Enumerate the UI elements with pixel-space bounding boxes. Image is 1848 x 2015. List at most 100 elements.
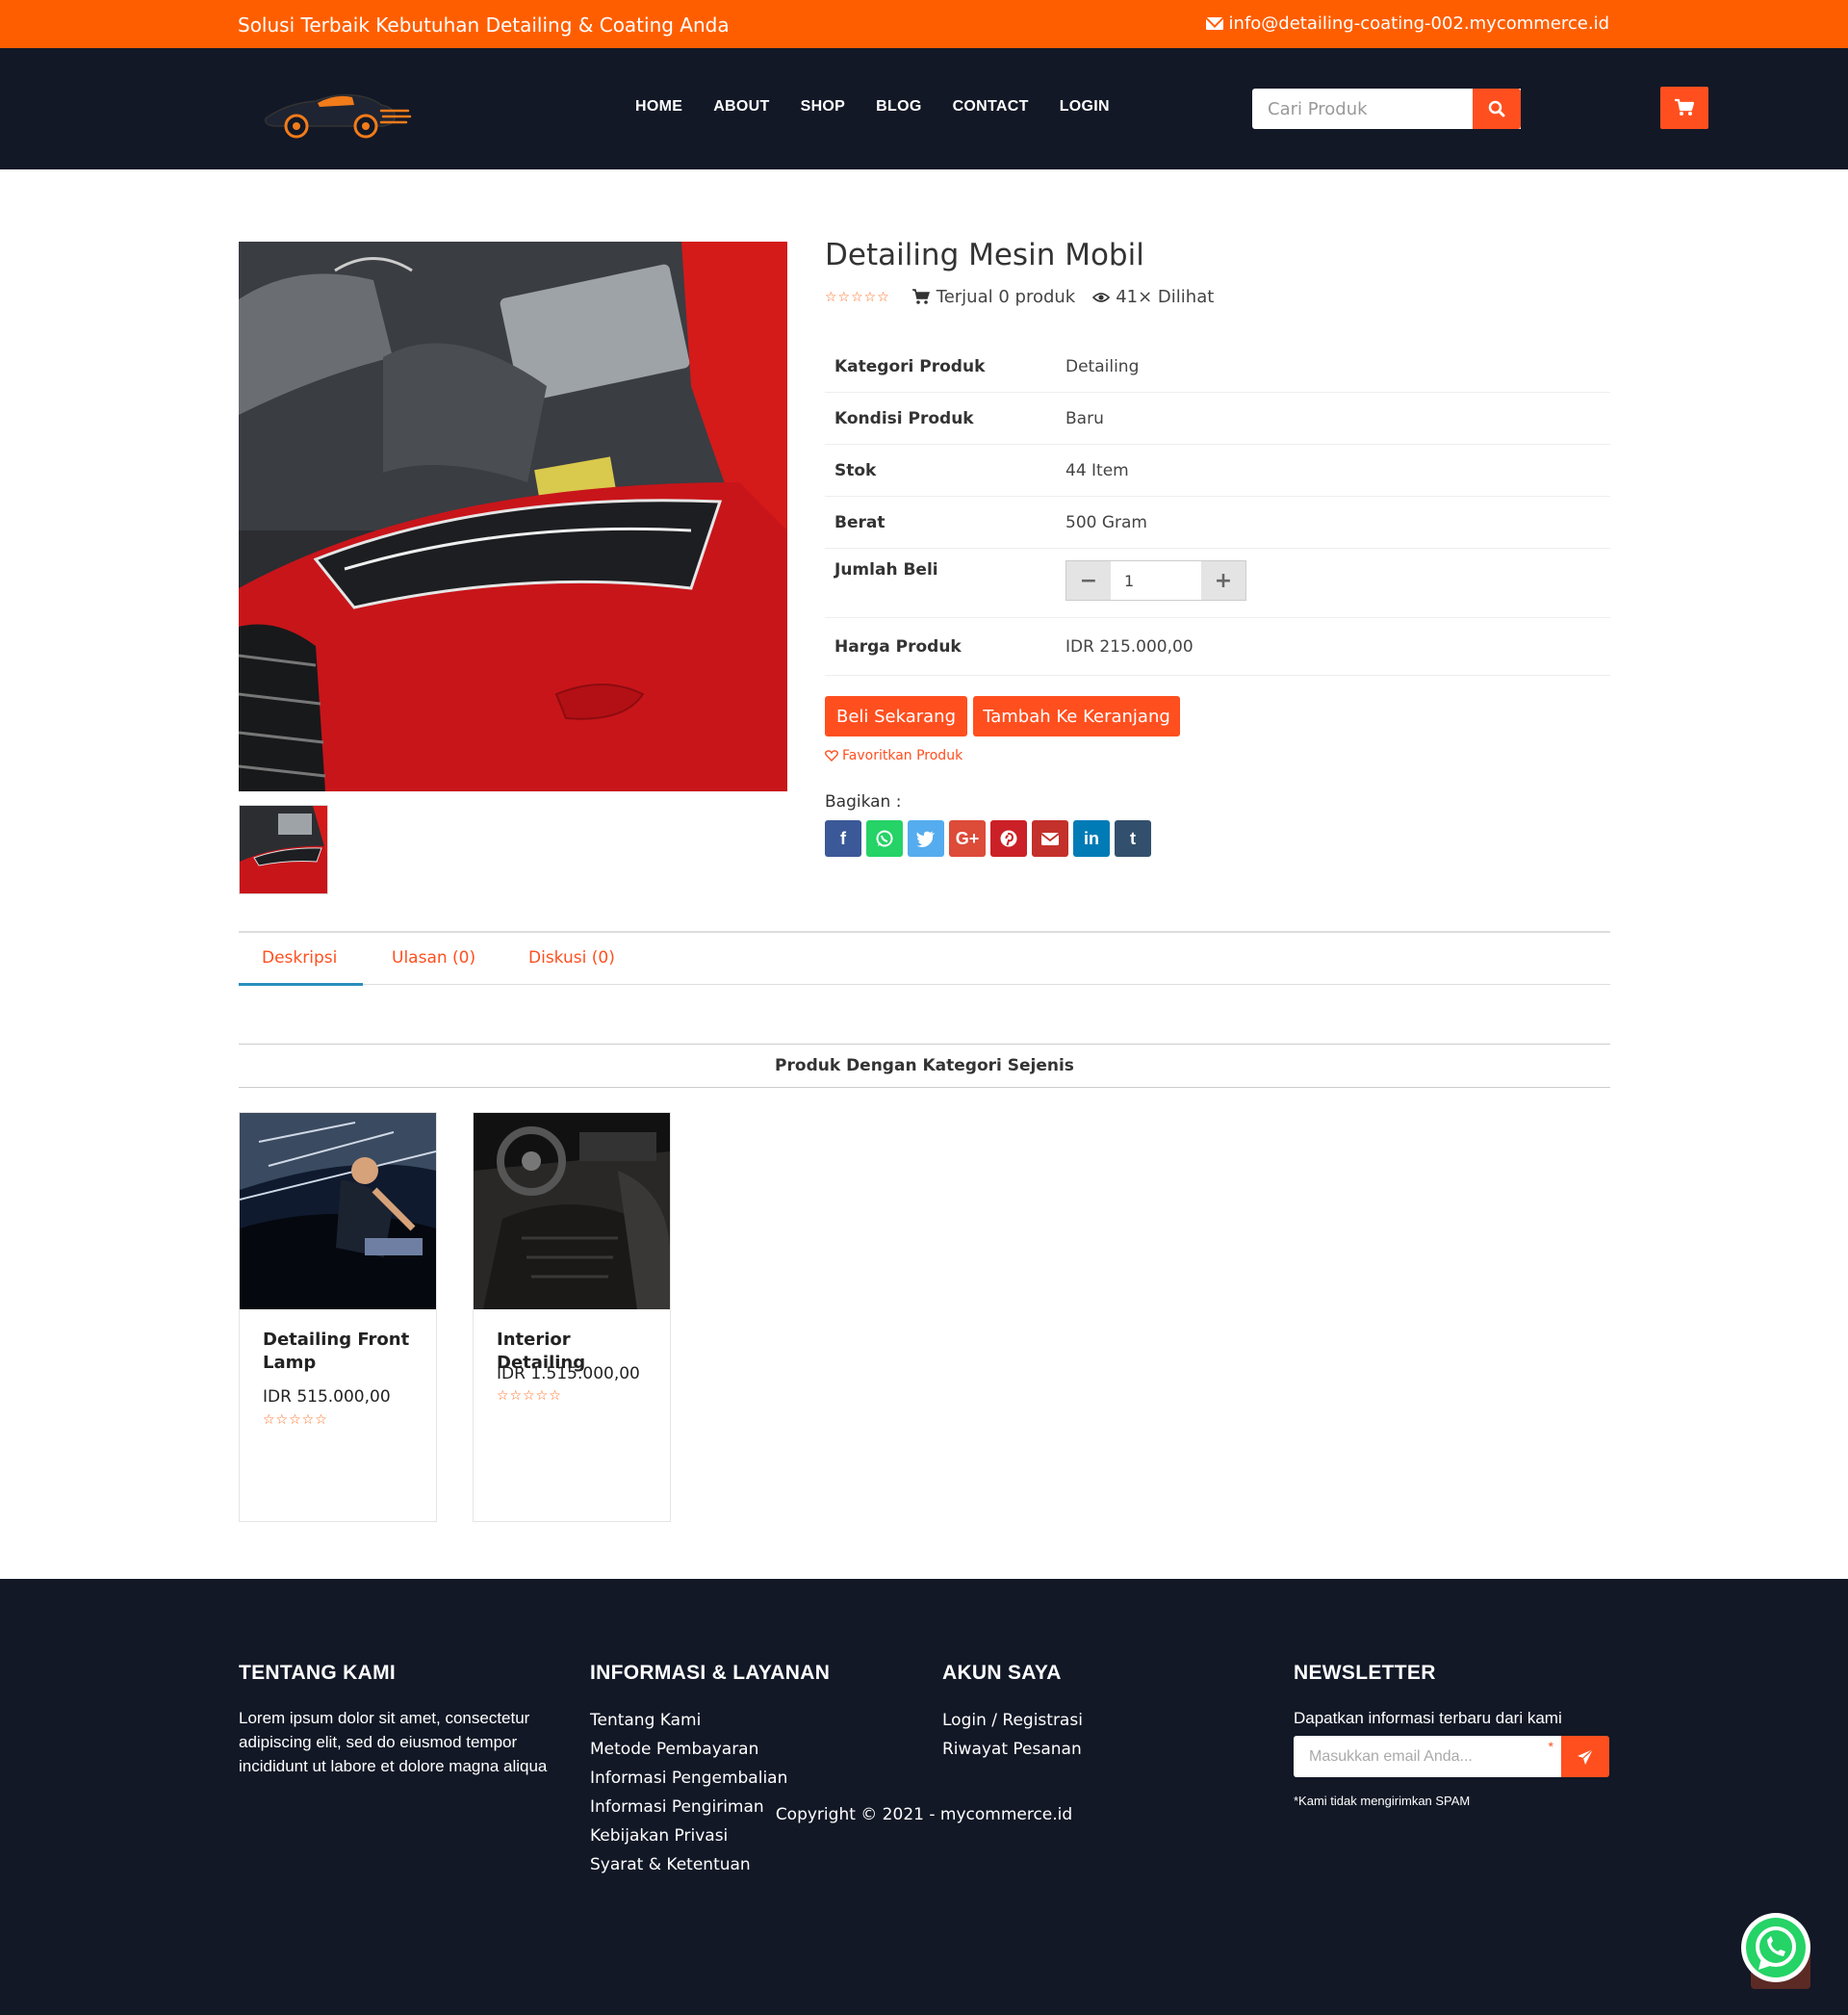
spec-label: Kategori Produk xyxy=(834,357,986,376)
nav-login[interactable]: LOGIN xyxy=(1060,98,1110,116)
active-tab-indicator xyxy=(239,983,363,986)
footer-about: TENTANG KAMI Lorem ipsum dolor sit amet,… xyxy=(239,1662,556,1778)
price-label: Harga Produk xyxy=(834,636,962,657)
add-to-cart-button[interactable]: Tambah Ke Keranjang xyxy=(973,696,1180,736)
related-products-title: Produk Dengan Kategori Sejenis xyxy=(239,1044,1610,1088)
envelope-icon xyxy=(1205,17,1223,30)
tab-deskripsi[interactable]: Deskripsi xyxy=(262,948,337,968)
nav-shop[interactable]: SHOP xyxy=(801,98,846,116)
nav-home[interactable]: HOME xyxy=(635,98,682,116)
nav-contact[interactable]: CONTACT xyxy=(953,98,1029,116)
eye-icon xyxy=(1092,292,1111,302)
facebook-share-icon[interactable]: f xyxy=(825,820,861,857)
nav-blog[interactable]: BLOG xyxy=(876,98,921,116)
tumblr-share-icon[interactable]: t xyxy=(1115,820,1151,857)
product-price: IDR 215.000,00 xyxy=(1065,636,1194,657)
linkedin-share-icon[interactable]: in xyxy=(1073,820,1110,857)
rating-stars: ☆☆☆☆☆ xyxy=(825,289,890,305)
price-row: Harga Produk IDR 215.000,00 xyxy=(825,618,1610,676)
heart-icon xyxy=(825,750,838,762)
product-card-stars: ☆☆☆☆☆ xyxy=(497,1388,562,1404)
footer-account: AKUN SAYA Login / Registrasi Riwayat Pes… xyxy=(942,1662,1083,1764)
spec-label: Stok xyxy=(834,460,877,480)
tab-ulasan[interactable]: Ulasan (0) xyxy=(392,948,475,968)
twitter-share-icon[interactable] xyxy=(908,820,944,857)
footer-link-informasi-pengembalian[interactable]: Informasi Pengembalian xyxy=(590,1764,830,1793)
product-card[interactable]: Detailing Front Lamp IDR 515.000,00 ☆☆☆☆… xyxy=(239,1112,437,1522)
product-card-image[interactable] xyxy=(240,1113,436,1309)
buy-now-button[interactable]: Beli Sekarang xyxy=(825,696,967,736)
footer-about-text: Lorem ipsum dolor sit amet, consectetur … xyxy=(239,1709,548,1775)
send-icon xyxy=(1578,1748,1594,1765)
footer-link-login[interactable]: Login / Registrasi xyxy=(942,1706,1083,1735)
spec-row: Kondisi Produk Baru xyxy=(825,393,1610,445)
qty-increase-button[interactable]: + xyxy=(1201,561,1245,600)
product-main-image[interactable] xyxy=(239,242,787,791)
spec-value: 500 Gram xyxy=(1065,512,1147,532)
pinterest-share-icon[interactable] xyxy=(990,820,1027,857)
favorite-link[interactable]: Favoritkan Produk xyxy=(825,748,962,763)
spec-value: 44 Item xyxy=(1065,460,1129,480)
contact-email[interactable]: info@detailing-coating-002.mycommerce.id xyxy=(1205,13,1609,34)
product-card-name[interactable]: Detailing Front Lamp xyxy=(263,1329,417,1375)
product-card[interactable]: Interior Detailing IDR 1.515.000,00 ☆☆☆☆… xyxy=(473,1112,671,1522)
spec-label: Kondisi Produk xyxy=(834,408,974,428)
google-plus-share-icon[interactable]: G+ xyxy=(949,820,986,857)
share-label: Bagikan : xyxy=(825,792,902,812)
search-icon xyxy=(1488,100,1505,117)
nav-about[interactable]: ABOUT xyxy=(713,98,769,116)
product-card-price: IDR 1.515.000,00 xyxy=(497,1364,640,1383)
product-tabs: Deskripsi Ulasan (0) Diskusi (0) xyxy=(239,931,1610,986)
newsletter-placeholder: Masukkan email Anda... xyxy=(1309,1747,1473,1765)
spec-label: Berat xyxy=(834,512,886,532)
spec-row: Kategori Produk Detailing xyxy=(825,342,1610,393)
sold-count: Terjual 0 produk xyxy=(936,287,1076,307)
top-bar: Solusi Terbaik Kebutuhan Detailing & Coa… xyxy=(0,0,1848,48)
footer-info: INFORMASI & LAYANAN Tentang Kami Metode … xyxy=(590,1662,830,1879)
spec-row: Berat 500 Gram xyxy=(825,497,1610,549)
logo[interactable] xyxy=(258,82,412,140)
footer-link-syarat-ketentuan[interactable]: Syarat & Ketentuan xyxy=(590,1850,830,1879)
view-count: 41× Dilihat xyxy=(1116,287,1215,307)
qty-row: Jumlah Beli − 1 + xyxy=(825,549,1610,618)
product-thumbnail[interactable] xyxy=(239,805,328,894)
newsletter-email-input[interactable]: Masukkan email Anda... * xyxy=(1294,1736,1561,1777)
footer-about-title: TENTANG KAMI xyxy=(239,1662,397,1684)
footer-link-riwayat-pesanan[interactable]: Riwayat Pesanan xyxy=(942,1735,1083,1764)
copyright: Copyright © 2021 - mycommerce.id xyxy=(775,1805,1073,1824)
quantity-stepper[interactable]: − 1 + xyxy=(1065,560,1246,601)
product-card-price: IDR 515.000,00 xyxy=(263,1387,391,1407)
spec-row: Stok 44 Item xyxy=(825,445,1610,497)
cart-icon xyxy=(911,289,930,304)
product-card-image[interactable] xyxy=(474,1113,670,1309)
footer-link-tentang-kami[interactable]: Tentang Kami xyxy=(590,1706,830,1735)
qty-input[interactable]: 1 xyxy=(1111,561,1201,600)
qty-decrease-button[interactable]: − xyxy=(1066,561,1111,600)
whatsapp-share-icon[interactable] xyxy=(866,820,903,857)
footer-newsletter: NEWSLETTER Dapatkan informasi terbaru da… xyxy=(1294,1662,1621,1813)
product-spec-table: Kategori Produk Detailing Kondisi Produk… xyxy=(825,342,1610,676)
cart-button[interactable] xyxy=(1660,87,1708,129)
favorite-label[interactable]: Favoritkan Produk xyxy=(842,748,962,763)
footer-newsletter-title: NEWSLETTER xyxy=(1294,1662,1436,1684)
site-footer: TENTANG KAMI Lorem ipsum dolor sit amet,… xyxy=(0,1579,1848,2015)
qty-label: Jumlah Beli xyxy=(834,560,938,580)
email-share-icon[interactable] xyxy=(1032,820,1068,857)
newsletter-submit-button[interactable] xyxy=(1561,1736,1609,1777)
whatsapp-chat-button[interactable] xyxy=(1739,1912,1847,1989)
search-button[interactable] xyxy=(1473,89,1521,129)
tab-diskusi[interactable]: Diskusi (0) xyxy=(528,948,615,968)
footer-account-title: AKUN SAYA xyxy=(942,1662,1062,1684)
footer-info-title: INFORMASI & LAYANAN xyxy=(590,1662,831,1684)
newsletter-form: Masukkan email Anda... * xyxy=(1294,1736,1621,1777)
main-nav: HOME ABOUT SHOP BLOG CONTACT LOGIN xyxy=(635,98,1141,116)
product-card-stars: ☆☆☆☆☆ xyxy=(263,1412,328,1428)
product-title: Detailing Mesin Mobil xyxy=(825,238,1144,272)
email-text[interactable]: info@detailing-coating-002.mycommerce.id xyxy=(1229,13,1609,34)
footer-link-metode-pembayaran[interactable]: Metode Pembayaran xyxy=(590,1735,830,1764)
required-asterisk: * xyxy=(1548,1739,1553,1754)
footer-link-kebijakan-privasi[interactable]: Kebijakan Privasi xyxy=(590,1821,830,1850)
share-buttons: f G+ in t xyxy=(825,820,1151,857)
tagline: Solusi Terbaik Kebutuhan Detailing & Coa… xyxy=(238,13,730,37)
cart-icon xyxy=(1675,98,1695,116)
